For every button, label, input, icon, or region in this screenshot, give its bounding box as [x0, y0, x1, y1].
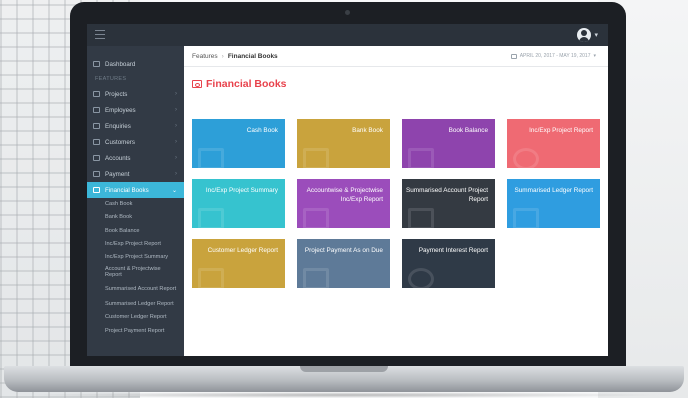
- tile-summarised-ledger-report[interactable]: Summarised Ledger Report: [507, 179, 600, 228]
- chevron-down-icon: ▾: [593, 53, 596, 59]
- hamburger-menu-icon[interactable]: [95, 30, 105, 39]
- tile-label: Cash Book: [246, 127, 278, 134]
- sidebar: Dashboard FEATURES Projects › Employees …: [87, 46, 184, 356]
- tile-label: Payment Interest Report: [418, 247, 488, 254]
- financial-books-icon: [93, 187, 100, 193]
- tile-label: Project Payment As on Due: [304, 247, 383, 254]
- page-title: Financial Books: [192, 78, 287, 90]
- breadcrumb-current: Financial Books: [227, 52, 278, 60]
- tile-bank-book[interactable]: Bank Book: [297, 119, 390, 168]
- laptop-shadow: [20, 392, 668, 398]
- user-menu-caret-icon: ▾: [594, 32, 598, 39]
- tile-label: Inc/Exp Project Report: [529, 127, 593, 134]
- sidebar-submenu: Cash Book Bank Book Book Balance Inc/Exp…: [87, 198, 184, 338]
- chevron-down-icon: ⌄: [171, 188, 177, 194]
- chevron-right-icon: ›: [175, 155, 177, 161]
- date-range-picker[interactable]: APRIL 20, 2017 - MAY 19, 2017 ▾: [510, 53, 596, 59]
- webcam: [345, 10, 350, 15]
- laptop-notch: [300, 366, 388, 372]
- sidebar-item-payment[interactable]: Payment ›: [87, 166, 184, 182]
- tile-inc-exp-project-report[interactable]: Inc/Exp Project Report: [507, 119, 600, 168]
- sidebar-item-enquiries[interactable]: Enquiries ›: [87, 118, 184, 134]
- document-icon: [198, 268, 224, 288]
- chevron-right-icon: ›: [175, 91, 177, 97]
- payment-icon: [93, 171, 100, 177]
- breadcrumb-parent[interactable]: Features: [192, 53, 218, 60]
- submenu-item[interactable]: Inc/Exp Project Report: [105, 238, 184, 251]
- submenu-item[interactable]: Book Balance: [105, 224, 184, 237]
- tile-payment-interest-report[interactable]: Payment Interest Report: [402, 239, 495, 288]
- accounts-icon: [93, 155, 100, 161]
- money-icon: [192, 80, 202, 88]
- document-icon: [198, 148, 224, 168]
- tile-customer-ledger-report[interactable]: Customer Ledger Report: [192, 239, 285, 288]
- chevron-right-icon: ›: [175, 139, 177, 145]
- employees-icon: [93, 107, 100, 113]
- arrow-up-icon: [303, 268, 329, 288]
- document-icon: [513, 208, 539, 228]
- submenu-item[interactable]: Account & Projectwise Report: [105, 264, 184, 281]
- bank-icon: [303, 148, 329, 168]
- sidebar-item-employees[interactable]: Employees ›: [87, 102, 184, 118]
- submenu-item[interactable]: Summarised Ledger Report: [105, 298, 184, 311]
- tile-label: Accountwise & Projectwise Inc/Exp Report: [306, 187, 383, 203]
- document-icon: [303, 208, 329, 228]
- sidebar-item-label: Payment: [105, 170, 130, 178]
- tile-label: Summarised Account Project Report: [405, 187, 488, 203]
- submenu-item[interactable]: Cash Book: [105, 198, 184, 211]
- document-icon: [408, 208, 434, 228]
- customers-icon: [93, 139, 100, 145]
- sidebar-item-financial-books[interactable]: Financial Books ⌄: [87, 182, 184, 198]
- tile-inc-exp-project-summary[interactable]: Inc/Exp Project Summary: [192, 179, 285, 228]
- sidebar-item-label: Employees: [105, 106, 136, 114]
- user-menu[interactable]: ▾: [577, 27, 598, 43]
- submenu-item[interactable]: Customer Ledger Report: [105, 311, 184, 324]
- main-content: Features › Financial Books APRIL 20, 201…: [184, 46, 608, 356]
- app-screen: ▾ Dashboard FEATURES Projects › Employee…: [87, 24, 608, 356]
- bank-icon: [408, 148, 434, 168]
- sidebar-item-dashboard[interactable]: Dashboard: [87, 56, 184, 72]
- sidebar-item-label: Dashboard: [105, 60, 136, 68]
- sidebar-item-customers[interactable]: Customers ›: [87, 134, 184, 150]
- tile-accountwise-projectwise-report[interactable]: Accountwise & Projectwise Inc/Exp Report: [297, 179, 390, 228]
- chevron-right-icon: ›: [175, 171, 177, 177]
- enquiries-icon: [93, 123, 100, 129]
- tile-book-balance[interactable]: Book Balance: [402, 119, 495, 168]
- sidebar-section-label: FEATURES: [95, 76, 127, 82]
- sidebar-item-label: Accounts: [105, 154, 131, 162]
- sidebar-item-label: Projects: [105, 90, 128, 98]
- page-title-text: Financial Books: [206, 78, 287, 90]
- tile-cash-book[interactable]: Cash Book: [192, 119, 285, 168]
- submenu-item[interactable]: Inc/Exp Project Summary: [105, 251, 184, 264]
- chevron-right-icon: ›: [175, 107, 177, 113]
- tile-label: Inc/Exp Project Summary: [205, 187, 278, 194]
- user-avatar-icon: [577, 28, 592, 42]
- tile-summarised-account-project-report[interactable]: Summarised Account Project Report: [402, 179, 495, 228]
- chevron-right-icon: ›: [175, 123, 177, 129]
- interest-icon: [408, 268, 434, 288]
- submenu-item[interactable]: Bank Book: [105, 211, 184, 224]
- submenu-item[interactable]: Summarised Account Report: [105, 281, 184, 298]
- tile-label: Book Balance: [448, 127, 488, 134]
- sidebar-item-accounts[interactable]: Accounts ›: [87, 150, 184, 166]
- tile-label: Customer Ledger Report: [207, 247, 278, 254]
- submenu-item[interactable]: Project Payment Report: [105, 324, 184, 337]
- dashboard-icon: [93, 61, 100, 67]
- tile-label: Bank Book: [352, 127, 383, 134]
- tile-project-payment-as-on-due[interactable]: Project Payment As on Due: [297, 239, 390, 288]
- sidebar-item-label: Financial Books: [105, 186, 149, 194]
- document-icon: [198, 208, 224, 228]
- sidebar-item-label: Customers: [105, 138, 135, 146]
- breadcrumb-separator-icon: ›: [221, 52, 224, 60]
- sidebar-item-label: Enquiries: [105, 122, 131, 130]
- sidebar-item-projects[interactable]: Projects ›: [87, 86, 184, 102]
- calendar-icon: [510, 53, 517, 59]
- date-range-text: APRIL 20, 2017 - MAY 19, 2017: [519, 53, 591, 59]
- projects-icon: [93, 91, 100, 97]
- tile-label: Summarised Ledger Report: [514, 187, 593, 194]
- coin-icon: [513, 148, 539, 168]
- top-bar: ▾: [87, 24, 608, 46]
